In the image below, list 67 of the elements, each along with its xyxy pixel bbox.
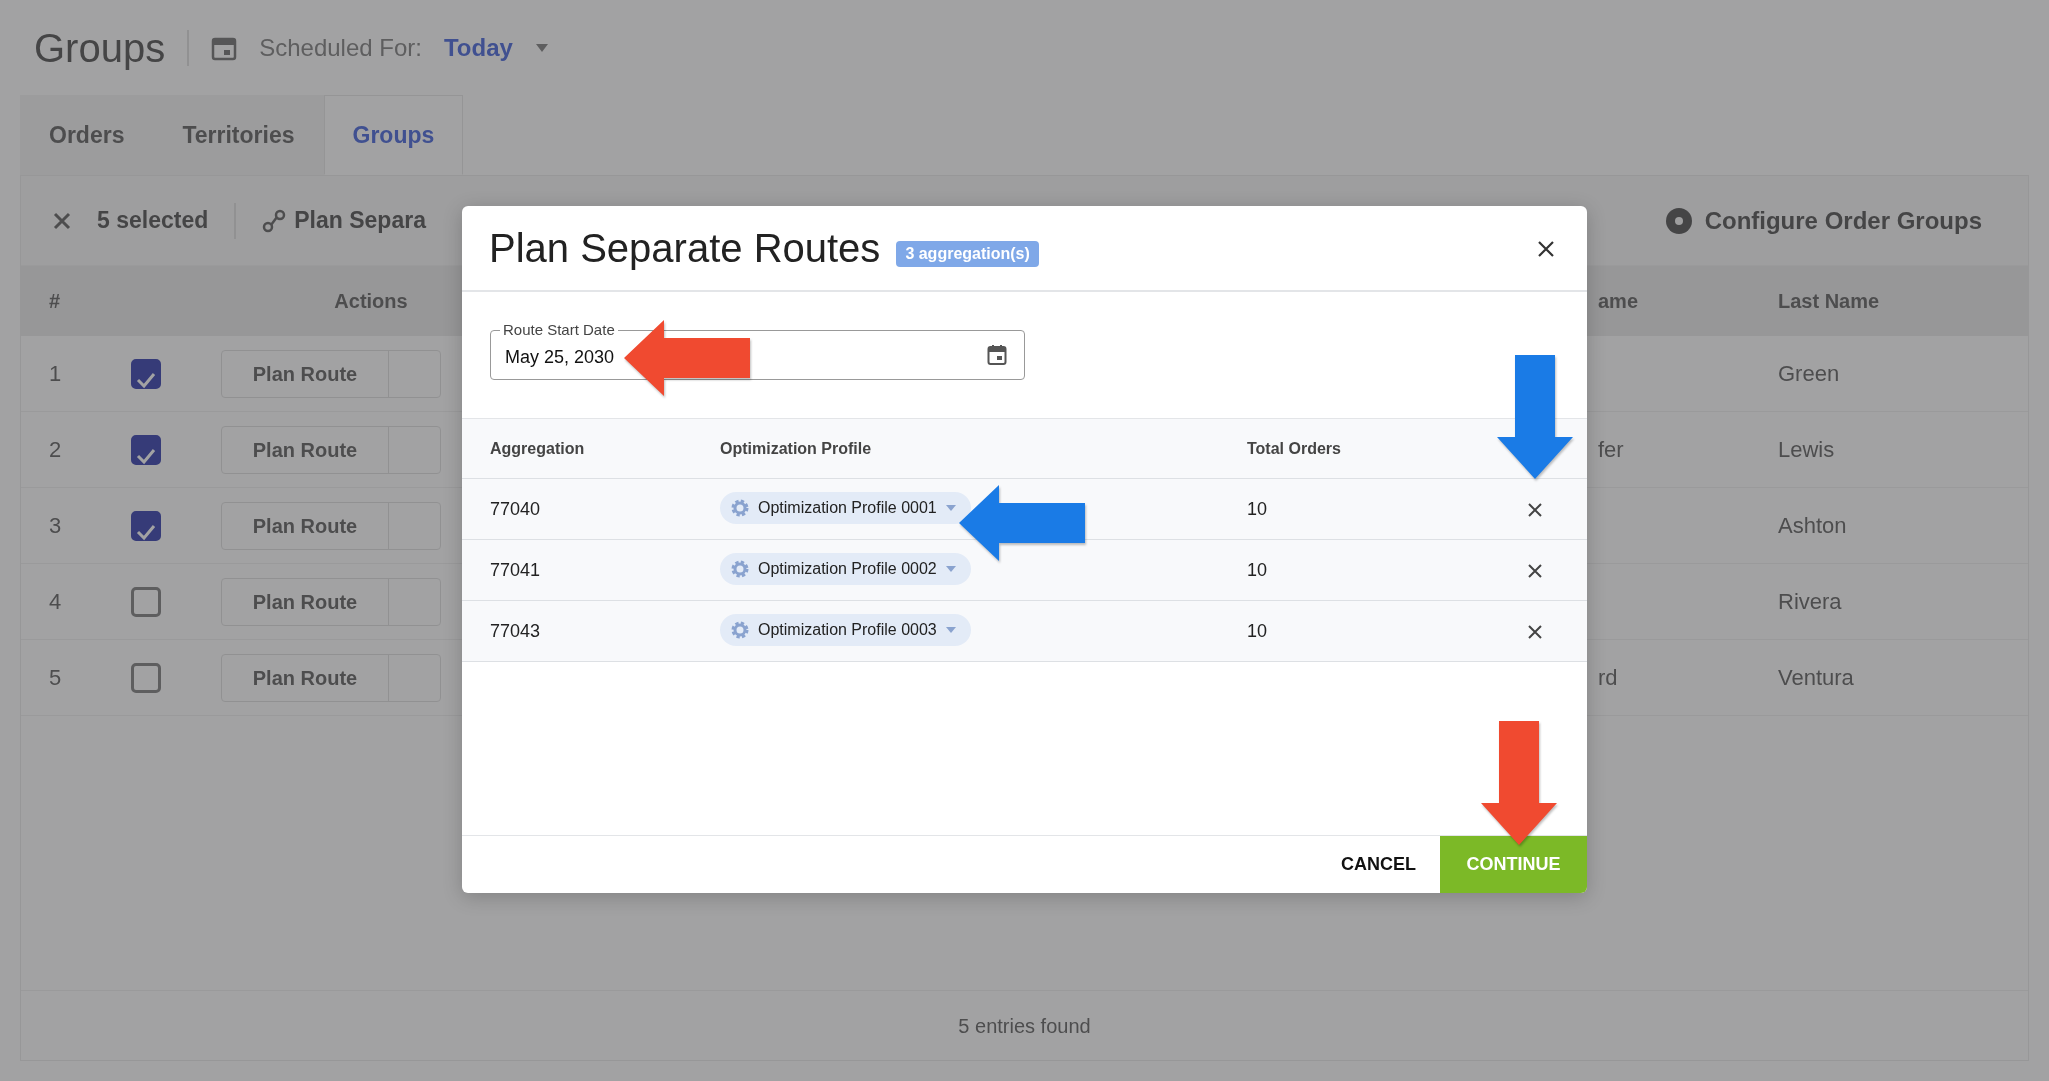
column-header: ame [1598, 289, 1640, 314]
caret-icon [534, 42, 549, 53]
caret-icon [944, 626, 957, 634]
schedule-label: Scheduled For: [259, 32, 422, 63]
close-icon [1527, 623, 1543, 640]
tab[interactable]: Orders [20, 95, 154, 175]
table-cell: 10 [1247, 620, 1268, 641]
cancel-button[interactable]: CANCEL [1317, 836, 1440, 893]
plan-route-button[interactable]: Plan Route [221, 349, 441, 398]
checkbox[interactable] [131, 662, 161, 693]
table-cell-text: Ashton [1778, 512, 1848, 540]
checkbox[interactable] [131, 510, 161, 541]
table-cell: 77041 [490, 559, 541, 580]
tab[interactable]: Territories [153, 95, 324, 175]
row-number: 2 [48, 436, 63, 464]
calendar-icon [987, 344, 1007, 366]
table-cell: 77040 [490, 498, 541, 519]
table-cell: 77043 [490, 620, 541, 641]
table-cell-text: Green [1778, 360, 1841, 388]
column-header: Last Name [1778, 289, 1881, 314]
plan-route-button[interactable]: Plan Route [221, 653, 441, 702]
table-cell: fer [1598, 437, 1624, 462]
column-header: Aggregation [489, 438, 586, 459]
plan-route-button[interactable]: Plan Route [221, 501, 441, 550]
row-number: 5 [48, 664, 63, 692]
row-number: 3 [48, 512, 63, 540]
plan-button[interactable]: Plan Separa [262, 203, 426, 238]
table-cell-text: Lewis [1778, 436, 1836, 464]
column-header: Optimization Profile [720, 438, 873, 459]
route-icon [262, 208, 287, 233]
gear-icon [730, 620, 750, 640]
table-cell-text: Ventura [1778, 664, 1855, 692]
close-icon [1527, 562, 1543, 579]
caret-icon [944, 565, 957, 573]
gear-icon [730, 559, 750, 579]
tab[interactable]: Groups [323, 95, 464, 175]
checkbox[interactable] [131, 434, 161, 465]
configure-button[interactable]: Configure Order Groups [1650, 194, 1996, 247]
entries-count: 5 entries found [958, 1013, 1091, 1039]
dialog-title: Plan Separate Routes [489, 225, 881, 272]
caret-icon [944, 504, 957, 512]
row-number: 1 [48, 360, 63, 388]
settings-icon [1664, 206, 1693, 235]
close-icon [1537, 239, 1555, 258]
table-cell-text: Rivera [1778, 588, 1843, 616]
gear-icon [730, 498, 750, 518]
column-header: # [48, 289, 62, 314]
page-title: Groups [34, 24, 166, 72]
checkbox[interactable] [131, 586, 161, 617]
continue-button[interactable]: CONTINUE [1440, 836, 1587, 893]
close-icon [1527, 501, 1543, 518]
plan-route-button[interactable]: Plan Route [221, 577, 441, 626]
column-header: Actions [334, 290, 408, 312]
checkbox[interactable] [131, 358, 161, 389]
plan-route-button[interactable]: Plan Route [221, 425, 441, 474]
close-icon [53, 211, 71, 230]
column-header: Total Orders [1247, 438, 1342, 459]
schedule-dropdown[interactable]: Today [443, 29, 513, 66]
table-cell: 10 [1247, 498, 1268, 519]
profile-dropdown[interactable]: Optimization Profile 0003 [720, 614, 971, 646]
row-number: 4 [48, 588, 63, 616]
selection-count: 5 selected [97, 206, 209, 236]
table-cell: rd [1598, 665, 1618, 690]
count-badge: 3 aggregation(s) [896, 241, 1039, 267]
profile-dropdown[interactable]: Optimization Profile 0001 [720, 492, 971, 524]
table-cell: 10 [1247, 559, 1268, 580]
profile-dropdown[interactable]: Optimization Profile 0002 [720, 553, 971, 585]
